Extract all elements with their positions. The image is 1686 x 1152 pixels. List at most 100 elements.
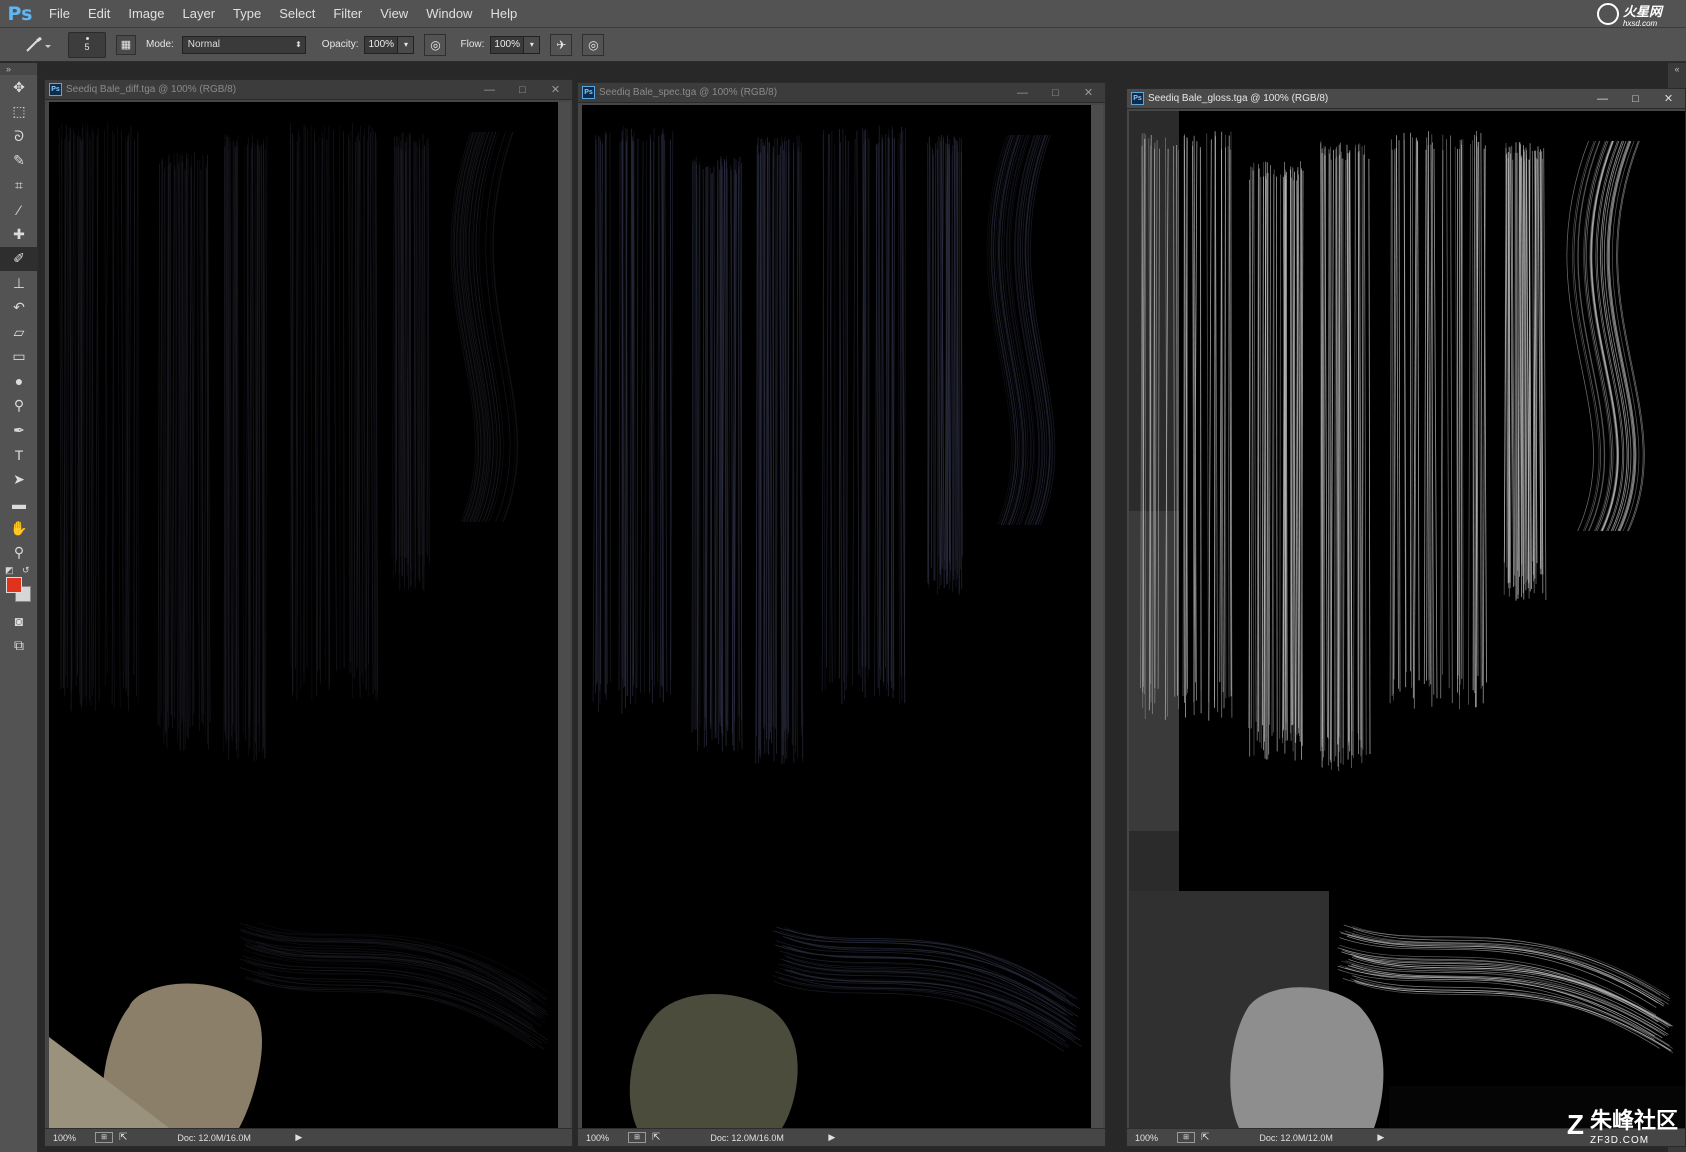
zoom-level[interactable]: 100% xyxy=(1135,1133,1169,1143)
document-canvas[interactable] xyxy=(582,105,1091,1128)
opacity-input[interactable]: 100% xyxy=(364,35,399,54)
marquee-tool-icon[interactable]: ⬚ xyxy=(0,100,38,125)
menu-image[interactable]: Image xyxy=(119,0,173,28)
vertical-scrollbar[interactable] xyxy=(1091,105,1103,1128)
status-menu-arrow-icon[interactable]: ▶ xyxy=(828,1132,835,1143)
hair-strand xyxy=(1364,153,1367,755)
screen-mode-icon[interactable]: ⧉ xyxy=(0,634,38,659)
pressure-opacity-icon[interactable]: ◎ xyxy=(424,33,447,56)
close-icon[interactable]: ✕ xyxy=(539,80,572,100)
share-icon[interactable]: ⇱ xyxy=(119,1132,127,1143)
proof-icon[interactable]: ⊞ xyxy=(628,1132,646,1143)
color-swatches: ◩ ↺ xyxy=(0,565,38,609)
dodge-tool-icon[interactable]: ⚲ xyxy=(0,394,38,419)
hair-strand xyxy=(1208,139,1212,721)
brush-tool-icon[interactable]: ✐ xyxy=(0,246,38,271)
minimize-icon[interactable]: — xyxy=(473,80,506,100)
mode-select[interactable]: Normal ⬍ xyxy=(181,35,306,54)
type-tool-icon[interactable]: T xyxy=(0,443,38,468)
zoom-level[interactable]: 100% xyxy=(53,1133,87,1143)
opacity-label: Opacity: xyxy=(321,39,359,50)
menu-filter[interactable]: Filter xyxy=(324,0,371,28)
menu-help[interactable]: Help xyxy=(481,0,526,28)
hair-strand xyxy=(844,135,846,701)
brush-size-value: 5 xyxy=(84,42,90,52)
brush-size-picker[interactable]: 5 xyxy=(68,31,106,58)
menu-type[interactable]: Type xyxy=(224,0,270,28)
history-brush-tool-icon[interactable]: ↶ xyxy=(0,296,38,321)
default-colors-icon[interactable]: ◩ xyxy=(5,565,14,576)
pressure-size-icon[interactable]: ◎ xyxy=(582,33,605,56)
move-tool-icon[interactable]: ✥ xyxy=(0,75,38,100)
proof-icon[interactable]: ⊞ xyxy=(1177,1132,1195,1143)
clone-stamp-tool-icon[interactable]: ⊥ xyxy=(0,271,38,296)
share-icon[interactable]: ⇱ xyxy=(652,1132,660,1143)
lasso-tool-icon[interactable]: ᘐ xyxy=(0,124,38,149)
hair-strand xyxy=(796,136,799,758)
maximize-icon[interactable]: □ xyxy=(1619,89,1652,109)
quick-selection-tool-icon[interactable]: ✎ xyxy=(0,149,38,174)
menu-edit[interactable]: Edit xyxy=(79,0,119,28)
hair-strand xyxy=(1276,176,1278,752)
close-icon[interactable]: ✕ xyxy=(1652,89,1685,109)
document-canvas[interactable] xyxy=(49,102,558,1128)
minimize-icon[interactable]: — xyxy=(1006,83,1039,103)
menu-layer[interactable]: Layer xyxy=(174,0,225,28)
eyedropper-tool-icon[interactable]: ⁄ xyxy=(0,198,38,223)
flow-input[interactable]: 100% xyxy=(490,35,525,54)
document-titlebar[interactable]: Ps Seediq Bale_spec.tga @ 100% (RGB/8) —… xyxy=(578,83,1105,103)
gradient-tool-icon[interactable]: ▭ xyxy=(0,345,38,370)
hair-strand xyxy=(1227,146,1230,698)
brush-panel-toggle-icon[interactable]: ▦ xyxy=(116,34,136,55)
zoom-level[interactable]: 100% xyxy=(586,1133,620,1143)
menu-select[interactable]: Select xyxy=(270,0,324,28)
share-icon[interactable]: ⇱ xyxy=(1201,1132,1209,1143)
quick-mask-icon[interactable]: ◙ xyxy=(0,609,38,634)
menu-view[interactable]: View xyxy=(371,0,417,28)
minimize-icon[interactable]: — xyxy=(1586,89,1619,109)
document-window-gloss[interactable]: Ps Seediq Bale_gloss.tga @ 100% (RGB/8) … xyxy=(1126,88,1686,1147)
tools-collapse-icon[interactable]: » xyxy=(0,63,37,75)
hair-strand xyxy=(930,148,934,569)
crop-tool-icon[interactable]: ⌗ xyxy=(0,173,38,198)
vertical-scrollbar[interactable] xyxy=(558,102,570,1128)
hair-strand xyxy=(1253,162,1257,722)
document-titlebar[interactable]: Ps Seediq Bale_gloss.tga @ 100% (RGB/8) … xyxy=(1127,89,1685,109)
document-canvas[interactable] xyxy=(1129,111,1685,1128)
swap-colors-icon[interactable]: ↺ xyxy=(22,565,30,576)
healing-brush-tool-icon[interactable]: ✚ xyxy=(0,222,38,247)
hair-strand xyxy=(875,144,879,689)
hair-strand xyxy=(1342,159,1347,765)
proof-icon[interactable]: ⊞ xyxy=(95,1132,113,1143)
document-title: Seediq Bale_diff.tga @ 100% (RGB/8) xyxy=(66,84,237,95)
hair-strand xyxy=(196,160,200,731)
opacity-dropdown-icon[interactable]: ▾ xyxy=(398,35,415,54)
airbrush-icon[interactable]: ✈ xyxy=(550,33,573,56)
blur-tool-icon[interactable]: ● xyxy=(0,369,38,394)
path-selection-tool-icon[interactable]: ➤ xyxy=(0,467,38,492)
status-menu-arrow-icon[interactable]: ▶ xyxy=(295,1132,302,1143)
hand-tool-icon[interactable]: ✋ xyxy=(0,516,38,541)
rectangle-tool-icon[interactable]: ▬ xyxy=(0,492,38,517)
document-titlebar[interactable]: Ps Seediq Bale_diff.tga @ 100% (RGB/8) —… xyxy=(45,80,572,100)
document-window-diff[interactable]: Ps Seediq Bale_diff.tga @ 100% (RGB/8) —… xyxy=(44,79,573,1147)
zoom-tool-icon[interactable]: ⚲ xyxy=(0,541,38,566)
menu-window[interactable]: Window xyxy=(417,0,481,28)
maximize-icon[interactable]: □ xyxy=(506,80,539,100)
menu-file[interactable]: File xyxy=(40,0,79,28)
hair-strand xyxy=(633,131,637,705)
eraser-tool-icon[interactable]: ▱ xyxy=(0,320,38,345)
hair-strand xyxy=(353,141,357,679)
status-menu-arrow-icon[interactable]: ▶ xyxy=(1377,1132,1384,1143)
foreground-color-swatch[interactable] xyxy=(6,577,22,593)
tool-preset-picker[interactable] xyxy=(16,32,56,58)
hair-strand xyxy=(1262,176,1264,726)
maximize-icon[interactable]: □ xyxy=(1039,83,1072,103)
hair-strand xyxy=(229,141,232,737)
panel-dock-collapse-icon[interactable]: « xyxy=(1668,63,1686,75)
pen-tool-icon[interactable]: ✒ xyxy=(0,418,38,443)
hair-strand xyxy=(1355,955,1673,1027)
flow-dropdown-icon[interactable]: ▾ xyxy=(524,35,541,54)
document-window-spec[interactable]: Ps Seediq Bale_spec.tga @ 100% (RGB/8) —… xyxy=(577,82,1106,1147)
close-icon[interactable]: ✕ xyxy=(1072,83,1105,103)
